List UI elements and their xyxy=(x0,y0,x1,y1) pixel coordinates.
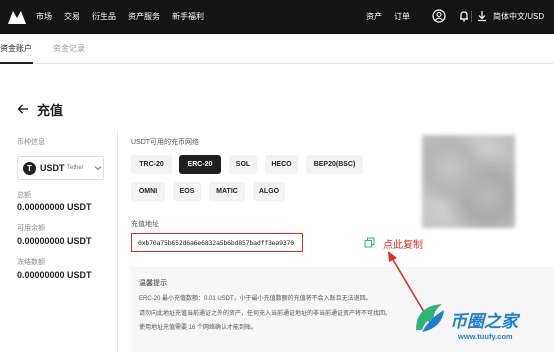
tuufy-watermark-logo xyxy=(416,304,444,332)
network-chip-omni[interactable]: OMNI xyxy=(131,182,165,201)
nav-trade[interactable]: 交易 xyxy=(64,11,80,22)
network-chip-bep20[interactable]: BEP20(BSC) xyxy=(306,155,363,174)
nav-assets[interactable]: 资产 xyxy=(366,11,382,22)
network-chip-erc20[interactable]: ERC-20 xyxy=(179,155,221,174)
deposit-qr-code xyxy=(422,135,515,228)
back-arrow-icon[interactable] xyxy=(17,103,29,115)
network-chip-sol[interactable]: SOL xyxy=(229,155,257,174)
deposit-address-box[interactable]: 0xb70a75b652d6a6e6832a5b6bd857badff3ea93… xyxy=(131,233,303,252)
tab-funding-records[interactable]: 资金记录 xyxy=(53,43,85,54)
tip-line-1: ERC-20 最小充值数额：0.01 USDT，小于最小充值数额的充值将不会入账… xyxy=(139,296,372,302)
network-chip-erc20-label: ERC-20 xyxy=(187,161,213,168)
frozen-label: 冻结数额 xyxy=(17,259,45,266)
tether-icon: T xyxy=(23,162,36,175)
network-chip-eos[interactable]: EOS xyxy=(173,182,201,201)
coin-info-label: 币种信息 xyxy=(17,139,45,146)
tip-line-3: 使用地址充值需要 16 个网络确认才能到账。 xyxy=(139,325,258,331)
chevron-down-icon xyxy=(94,166,102,171)
active-tab-indicator xyxy=(0,62,33,64)
nav-asset-services[interactable]: 资产服务 xyxy=(128,11,160,22)
network-chip-heco[interactable]: HECO xyxy=(265,155,298,174)
coin-symbol: USDT xyxy=(40,163,65,173)
total-label: 总额 xyxy=(17,192,31,199)
page-title: 充值 xyxy=(37,103,64,118)
tip-line-2: 请勿向此地址充值当前通证之外的资产，任何充入当前通证地址的非当前通证资产将不可找… xyxy=(139,311,392,317)
copy-hint-annotation: 点此复制 xyxy=(383,240,423,251)
network-chip-algo[interactable]: ALGO xyxy=(253,182,285,201)
coin-full-name: Tether xyxy=(67,165,84,171)
coin-selector[interactable]: T USDT Tether xyxy=(17,156,104,180)
nav-derivatives[interactable]: 衍生品 xyxy=(92,11,116,22)
language-currency-selector[interactable]: 简体中文/USD xyxy=(493,11,544,22)
available-label: 可用余额 xyxy=(17,225,45,232)
deposit-address: 0xb70a75b652d6a6e6832a5b6bd857badff3ea93… xyxy=(138,239,294,247)
copy-icon[interactable] xyxy=(364,237,375,248)
tips-title: 温馨提示 xyxy=(139,280,167,287)
watermark-name: 币圈之家 xyxy=(450,312,518,331)
bell-icon[interactable] xyxy=(457,9,471,23)
address-label: 充值地址 xyxy=(131,221,159,228)
column-divider xyxy=(117,130,118,352)
network-label: USDT可用的充币网络 xyxy=(131,139,200,146)
watermark-url: www.tuufy.com xyxy=(458,332,513,341)
nav-newbie-rewards[interactable]: 新手福利 xyxy=(172,11,204,22)
frozen-value: 0.00000000 USDT xyxy=(17,270,92,280)
tab-funding-account[interactable]: 资金账户 xyxy=(0,43,32,54)
network-chip-trc20[interactable]: TRC-20 xyxy=(131,155,172,174)
account-tabs: 资金账户 资金记录 xyxy=(0,34,554,64)
okx-logo[interactable] xyxy=(6,8,28,26)
user-icon[interactable] xyxy=(432,9,446,23)
top-nav: 市场 交易 衍生品 资产服务 新手福利 资产 订单 简体中文/USD xyxy=(0,0,554,34)
nav-markets[interactable]: 市场 xyxy=(36,11,52,22)
download-icon[interactable] xyxy=(475,9,489,23)
nav-orders[interactable]: 订单 xyxy=(394,11,410,22)
nav-divider xyxy=(471,11,472,22)
available-value: 0.00000000 USDT xyxy=(17,236,92,246)
total-value: 0.00000000 USDT xyxy=(17,202,92,212)
network-chip-matic[interactable]: MATIC xyxy=(209,182,245,201)
